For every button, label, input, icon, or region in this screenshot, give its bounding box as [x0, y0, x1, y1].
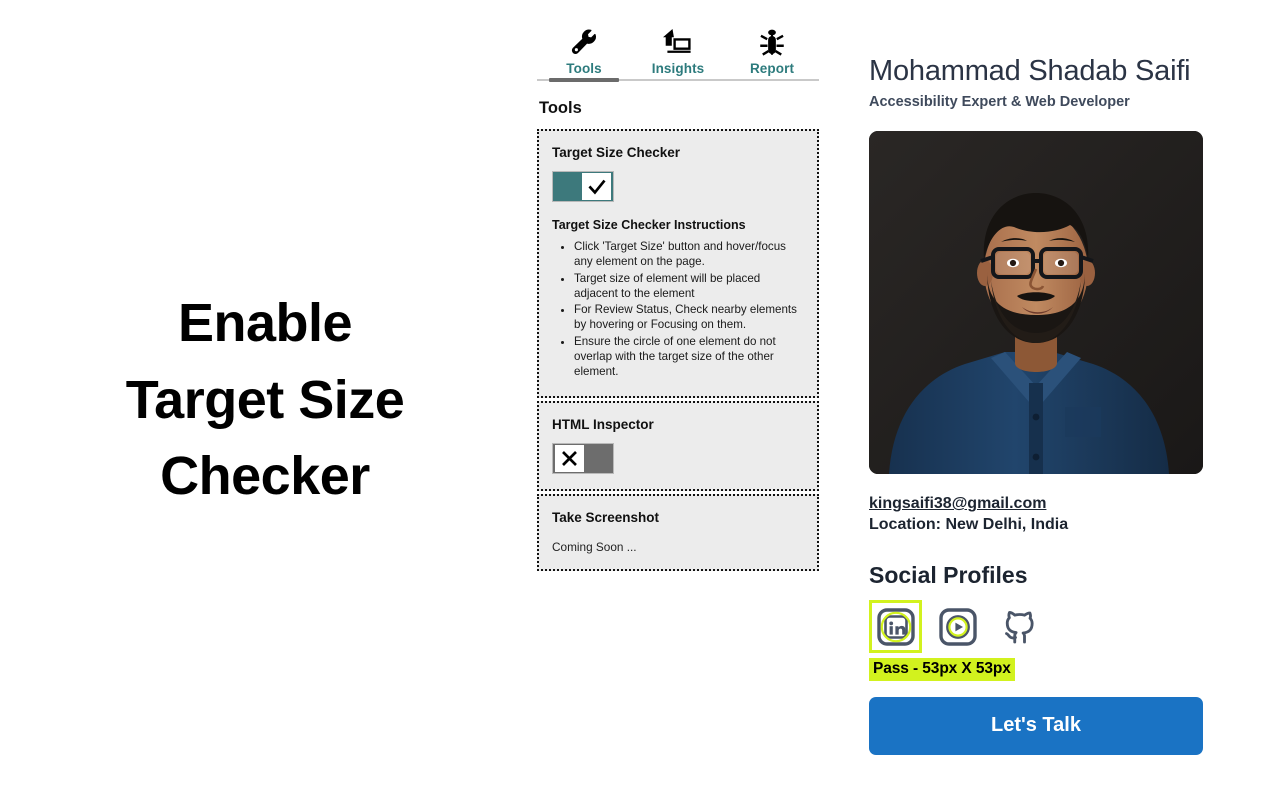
checkmark-icon	[582, 173, 611, 200]
wrench-icon	[569, 24, 599, 58]
page-title: Enable Target Size Checker	[126, 285, 405, 515]
profile-section: Mohammad Shadab Saifi Accessibility Expe…	[869, 55, 1205, 756]
linkedin-icon[interactable]	[869, 600, 922, 654]
card-take-screenshot: Take Screenshot Coming Soon ...	[537, 493, 819, 571]
tab-tools-label: Tools	[566, 61, 602, 76]
github-icon[interactable]	[993, 600, 1046, 653]
tab-report-label: Report	[749, 61, 795, 76]
take-screenshot-status: Coming Soon ...	[552, 539, 637, 554]
tab-insights-label: Insights	[651, 61, 705, 76]
social-profiles-heading: Social Profiles	[869, 562, 1028, 589]
tab-tools[interactable]: Tools	[537, 24, 631, 82]
portrait-photo	[869, 131, 1203, 475]
take-screenshot-title: Take Screenshot	[552, 509, 660, 525]
tools-section-title: Tools	[539, 99, 582, 117]
page-root: Enable Target Size Checker Tools Insight…	[0, 0, 1280, 800]
card-target-size-checker: Target Size Checker Target Size Checker …	[537, 129, 819, 398]
location-text: Location: New Delhi, India	[869, 516, 1069, 534]
instructions-title: Target Size Checker Instructions	[552, 218, 746, 232]
instruction-item: For Review Status, Check nearby elements…	[574, 302, 804, 333]
extension-panel: Tools Insights Report Tools Target Size …	[537, 24, 819, 574]
instruction-item: Ensure the circle of one element do not …	[574, 334, 804, 380]
status-badge: Pass - 53px X 53px	[869, 658, 1015, 682]
house-laptop-icon	[661, 24, 695, 58]
email-link[interactable]: kingsaifi38@gmail.com	[869, 495, 1046, 513]
card-html-inspector: HTML Inspector	[537, 400, 819, 491]
instruction-item: Target size of element will be placed ad…	[574, 271, 804, 302]
instructions-list: Click 'Target Size' button and hover/foc…	[574, 239, 804, 380]
hero-line-1: Enable	[177, 292, 353, 353]
target-size-checker-toggle[interactable]	[552, 171, 614, 202]
html-inspector-toggle[interactable]	[552, 442, 614, 474]
avatar	[869, 131, 1203, 475]
profile-role: Accessibility Expert & Web Developer	[869, 94, 1130, 111]
hero-section: Enable Target Size Checker	[0, 0, 530, 800]
tab-bar: Tools Insights Report	[537, 24, 819, 82]
social-links-row	[869, 600, 1205, 654]
lets-talk-button[interactable]: Let's Talk	[869, 697, 1203, 756]
hero-line-2: Target Size	[125, 369, 405, 430]
bug-icon	[757, 24, 787, 58]
profile-name: Mohammad Shadab Saifi	[869, 55, 1191, 87]
instruction-item: Click 'Target Size' button and hover/foc…	[574, 239, 804, 270]
cross-icon	[555, 444, 584, 472]
target-size-checker-title: Target Size Checker	[552, 145, 681, 160]
tab-report[interactable]: Report	[725, 24, 819, 79]
youtube-icon[interactable]	[931, 600, 984, 653]
tab-insights[interactable]: Insights	[631, 24, 725, 79]
hero-line-3: Checker	[160, 446, 370, 507]
html-inspector-title: HTML Inspector	[552, 416, 654, 432]
